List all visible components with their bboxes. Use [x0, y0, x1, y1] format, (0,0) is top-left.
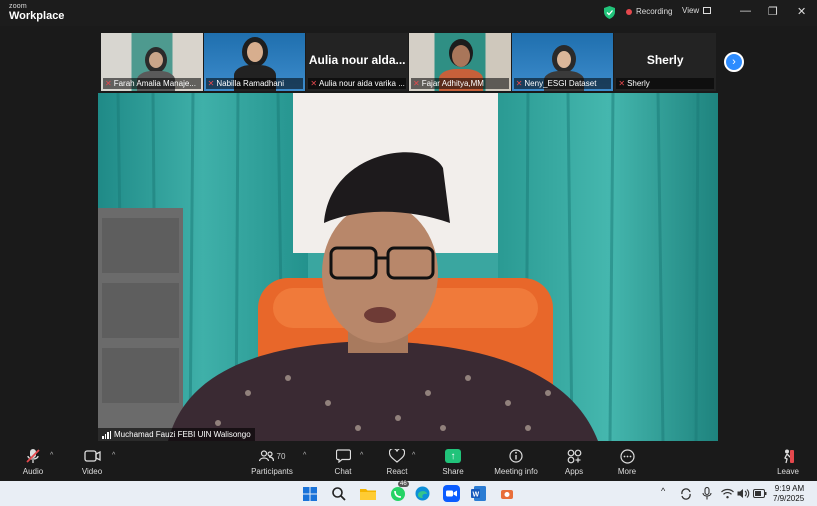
video-options-caret[interactable]: ^: [112, 452, 115, 459]
participant-display-name: Sherly: [646, 53, 684, 67]
mic-muted-icon: ✕: [207, 79, 215, 88]
leave-icon: [775, 447, 801, 465]
chevron-right-icon: ›: [732, 56, 736, 68]
audio-options-caret[interactable]: ^: [50, 452, 53, 459]
more-icon: [614, 447, 640, 465]
active-speaker-video[interactable]: Muchamad Fauzi FEBI UIN Walisongo: [98, 93, 718, 441]
mic-muted-icon: ✕: [515, 79, 523, 88]
signal-strength-icon: [102, 430, 111, 439]
recording-label: Recording: [636, 7, 673, 16]
participant-tile[interactable]: ✕ Fajar Adhitya,MM: [409, 33, 511, 91]
chat-icon: [330, 447, 356, 465]
gallery-strip: ✕ Farah Amalia Manaje... ✕ Nabilla Ramadha…: [101, 33, 717, 91]
wifi-icon[interactable]: [720, 485, 734, 502]
app-logo: zoom Workplace: [9, 3, 64, 22]
participant-name: ✕ Farah Amalia Manaje...: [103, 78, 201, 89]
meeting-toolbar: Audio ^ Video ^ 70 Participants ^ Chat ^…: [0, 443, 817, 481]
audio-button[interactable]: Audio: [20, 447, 46, 476]
participant-name: ✕ Fajar Adhitya,MM: [411, 78, 509, 89]
apps-icon: [561, 447, 587, 465]
sync-icon[interactable]: [679, 485, 693, 502]
view-label: View: [682, 6, 700, 15]
participant-name: ✕ Aulia nour aida varika ...: [308, 78, 407, 89]
speaker-name-label: Muchamad Fauzi FEBI UIN Walisongo: [98, 428, 255, 441]
file-explorer-icon[interactable]: [359, 485, 376, 502]
heart-icon: [384, 447, 410, 465]
info-icon: [490, 447, 542, 465]
participant-name: ✕ Nabilla Ramadhani: [205, 78, 304, 89]
leave-button[interactable]: Leave: [775, 447, 801, 476]
search-icon[interactable]: [330, 485, 347, 502]
participants-icon: [258, 450, 274, 462]
windows-start-icon[interactable]: [301, 485, 318, 502]
gallery-next-button[interactable]: ›: [724, 52, 744, 72]
snipping-tool-icon[interactable]: [498, 485, 515, 502]
title-bar: zoom Workplace Recording View — ❐ ✕: [0, 0, 817, 26]
recording-dot-icon: [626, 8, 632, 15]
edge-browser-icon[interactable]: [414, 485, 431, 502]
whatsapp-badge: 46: [398, 481, 409, 487]
video-button[interactable]: Video: [79, 447, 105, 476]
participants-options-caret[interactable]: ^: [303, 452, 306, 459]
participant-tile[interactable]: ✕ Neny_ESGI Dataset: [511, 33, 614, 91]
close-button[interactable]: ✕: [797, 5, 806, 18]
mic-muted-icon: ✕: [310, 79, 318, 88]
word-icon[interactable]: W: [470, 485, 487, 502]
svg-text:W: W: [473, 492, 480, 499]
participant-tile[interactable]: Sherly ✕ Sherly: [614, 33, 717, 91]
participant-display-name: Aulia nour alda...: [308, 53, 406, 67]
meeting-info-button[interactable]: Meeting info: [490, 447, 542, 476]
zoom-app-icon[interactable]: [441, 485, 461, 502]
chat-options-caret[interactable]: ^: [360, 452, 363, 459]
brand-name: Workplace: [9, 10, 65, 22]
participants-count: 70: [276, 451, 286, 461]
participant-tile[interactable]: ✕ Farah Amalia Manaje...: [101, 33, 203, 91]
chat-button[interactable]: Chat: [330, 447, 356, 476]
volume-icon[interactable]: [736, 485, 750, 502]
participants-button[interactable]: 70 Participants: [246, 447, 298, 476]
system-clock[interactable]: 9:19 AM 7/9/2025: [773, 484, 804, 504]
apps-button[interactable]: Apps: [561, 447, 587, 476]
microphone-muted-icon: [20, 447, 46, 465]
minimize-button[interactable]: —: [740, 5, 751, 17]
video-camera-icon: [79, 447, 105, 465]
clock-time: 9:19 AM: [774, 484, 805, 493]
share-screen-icon: ↑: [445, 449, 461, 463]
microphone-tray-icon[interactable]: [700, 485, 714, 502]
battery-icon[interactable]: [752, 485, 768, 502]
participant-name: ✕ Sherly: [616, 78, 715, 89]
mic-muted-icon: ✕: [413, 79, 420, 88]
participant-tile[interactable]: ✕ Nabilla Ramadhani: [203, 33, 306, 91]
whatsapp-icon[interactable]: 46: [388, 481, 409, 502]
windows-taskbar: 46 W ^ 9:19 AM 7/9/2025: [0, 481, 817, 506]
tray-overflow-chevron-icon[interactable]: ^: [661, 486, 665, 496]
mic-muted-icon: ✕: [105, 79, 112, 88]
shield-check-icon[interactable]: [604, 6, 615, 19]
react-options-caret[interactable]: ^: [412, 452, 415, 459]
participant-tile[interactable]: Aulia nour alda... ✕ Aulia nour aida vari…: [306, 33, 409, 91]
mic-muted-icon: ✕: [618, 79, 626, 88]
restore-button[interactable]: ❐: [768, 5, 778, 18]
recording-indicator[interactable]: Recording: [626, 7, 672, 16]
share-button[interactable]: ↑ Share: [440, 447, 466, 476]
view-button[interactable]: View: [682, 6, 712, 15]
react-button[interactable]: React: [384, 447, 410, 476]
clock-date: 7/9/2025: [773, 494, 805, 503]
participant-name: ✕ Neny_ESGI Dataset: [513, 78, 612, 89]
grid-icon: [703, 7, 712, 14]
more-button[interactable]: More: [614, 447, 640, 476]
speaker-video-frame: [98, 93, 718, 441]
brand-small: zoom: [9, 3, 27, 10]
